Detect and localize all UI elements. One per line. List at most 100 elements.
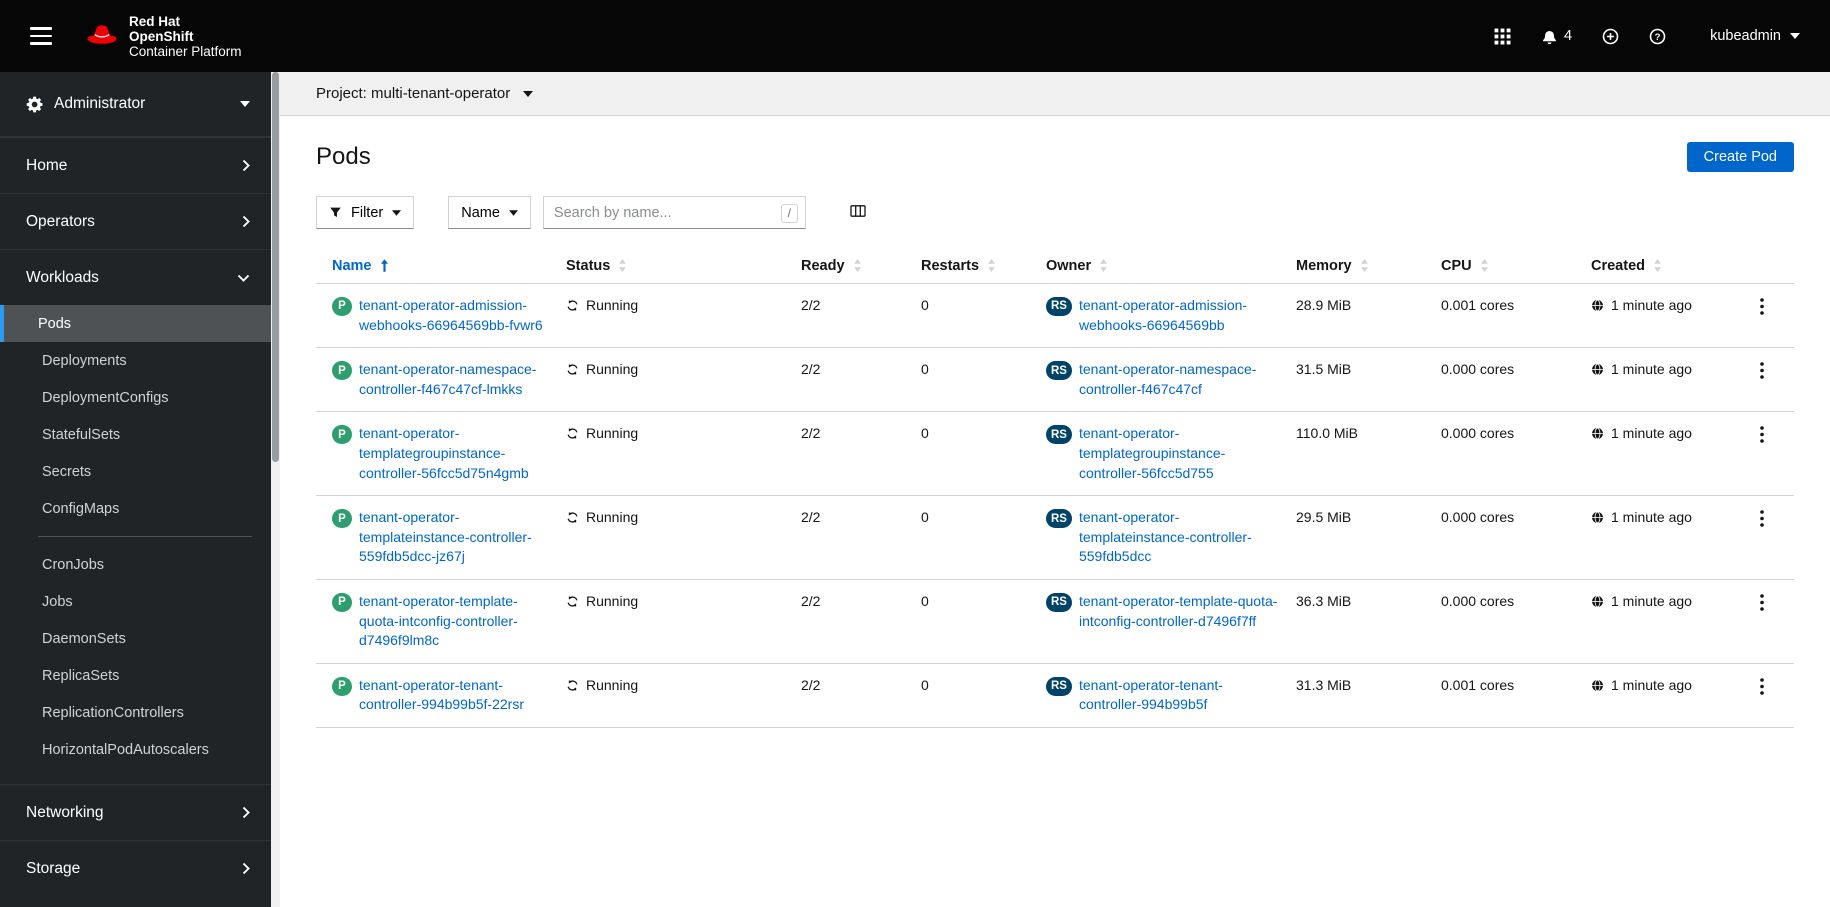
sync-icon	[567, 364, 578, 375]
owner-link[interactable]: tenant-operator-tenant-controller-994b99…	[1079, 676, 1284, 715]
sidebar-item-statefulsets[interactable]: StatefulSets	[0, 416, 280, 453]
table-row: Ptenant-operator-admission-webhooks-6696…	[316, 283, 1794, 349]
pod-link[interactable]: tenant-operator-tenant-controller-994b99…	[359, 676, 554, 715]
columns-icon	[850, 205, 866, 217]
sidebar-item-networking[interactable]: Networking	[0, 784, 280, 840]
pod-link[interactable]: tenant-operator-admission-webhooks-66964…	[359, 296, 554, 335]
pod-link[interactable]: tenant-operator-templategroupinstance-co…	[359, 424, 554, 483]
owner-link[interactable]: tenant-operator-namespace-controller-f46…	[1079, 360, 1284, 399]
sidebar-item-secrets[interactable]: Secrets	[0, 453, 280, 490]
owner-link[interactable]: tenant-operator-admission-webhooks-66964…	[1079, 296, 1284, 335]
restarts-cell: 0	[921, 347, 1046, 413]
pod-link[interactable]: tenant-operator-namespace-controller-f46…	[359, 360, 554, 399]
sidebar-item-replicationcontrollers[interactable]: ReplicationControllers	[0, 694, 280, 731]
column-header-created[interactable]: Created	[1591, 249, 1741, 284]
sidebar-item-daemonsets[interactable]: DaemonSets	[0, 620, 280, 657]
kebab-menu-button[interactable]	[1748, 360, 1776, 384]
masthead: Red Hat OpenShift Container Platform 4 ?…	[0, 0, 1830, 72]
cpu-cell: 0.000 cores	[1441, 347, 1591, 413]
column-header-status[interactable]: Status	[566, 249, 801, 284]
restarts-cell: 0	[921, 283, 1046, 349]
apps-grid-icon	[1494, 28, 1511, 44]
create-pod-button[interactable]: Create Pod	[1686, 142, 1794, 172]
page-title: Pods	[316, 143, 371, 170]
notifications-button[interactable]: 4	[1541, 28, 1572, 45]
pod-badge: P	[332, 297, 352, 316]
kebab-icon	[1759, 426, 1764, 444]
sort-icon	[619, 259, 627, 272]
import-yaml-button[interactable]	[1602, 28, 1619, 45]
search-attribute-dropdown[interactable]: Name	[448, 196, 531, 229]
replicaset-badge: RS	[1046, 592, 1072, 612]
scrollbar-thumb[interactable]	[272, 72, 279, 462]
search-input[interactable]	[543, 197, 805, 228]
status-text: Running	[586, 592, 639, 609]
column-header-name[interactable]: Name	[316, 249, 566, 284]
brand-logo[interactable]: Red Hat OpenShift Container Platform	[86, 14, 242, 59]
restarts-cell: 0	[921, 579, 1046, 664]
owner-link[interactable]: tenant-operator-template-quota-intconfig…	[1079, 592, 1284, 631]
caret-down-icon	[392, 209, 402, 216]
filter-dropdown[interactable]: Filter	[316, 196, 415, 229]
created-text: 1 minute ago	[1611, 592, 1692, 609]
manage-columns-button[interactable]	[846, 199, 870, 226]
bell-icon	[1543, 30, 1556, 44]
sidebar-item-deploymentconfigs[interactable]: DeploymentConfigs	[0, 379, 280, 416]
sidebar-item-operators[interactable]: Operators	[0, 193, 280, 249]
created-text: 1 minute ago	[1611, 297, 1692, 313]
user-menu[interactable]: kubeadmin	[1710, 28, 1800, 44]
ready-cell: 2/2	[801, 411, 921, 497]
question-circle-icon: ?	[1649, 28, 1666, 44]
memory-cell: 36.3 MiB	[1296, 579, 1441, 664]
hamburger-menu-button[interactable]	[26, 21, 56, 51]
owner-link[interactable]: tenant-operator-templateinstance-control…	[1079, 508, 1284, 567]
memory-cell: 110.0 MiB	[1296, 411, 1441, 497]
search-box: /	[542, 196, 806, 229]
project-selector[interactable]: Project: multi-tenant-operator	[280, 72, 1830, 116]
owner-link[interactable]: tenant-operator-templategroupinstance-co…	[1079, 424, 1284, 483]
ready-cell: 2/2	[801, 495, 921, 580]
pod-badge: P	[332, 509, 352, 529]
column-header-cpu[interactable]: CPU	[1441, 249, 1591, 284]
column-header-memory[interactable]: Memory	[1296, 249, 1441, 284]
column-header-owner[interactable]: Owner	[1046, 249, 1296, 284]
column-header-restarts[interactable]: Restarts	[921, 249, 1046, 284]
replicaset-badge: RS	[1046, 509, 1072, 529]
status-text: Running	[586, 509, 639, 526]
globe-icon	[1592, 595, 1603, 608]
pods-table: Name Status Ready Restarts Owner Memory …	[316, 249, 1794, 728]
globe-icon	[1592, 299, 1603, 312]
notification-count: 4	[1563, 28, 1573, 44]
kebab-menu-button[interactable]	[1748, 296, 1776, 320]
ready-cell: 2/2	[801, 283, 921, 349]
nav-label: Workloads	[26, 268, 99, 286]
globe-icon	[1592, 428, 1603, 440]
sidebar-item-replicasets[interactable]: ReplicaSets	[0, 657, 280, 694]
replicaset-badge: RS	[1046, 676, 1072, 696]
kebab-menu-button[interactable]	[1748, 508, 1776, 532]
sort-icon	[1480, 259, 1488, 272]
table-row: Ptenant-operator-template-quota-intconfi…	[316, 579, 1794, 664]
perspective-switcher[interactable]: Administrator	[0, 72, 280, 137]
sidebar-item-jobs[interactable]: Jobs	[0, 583, 280, 620]
sidebar-item-workloads[interactable]: Workloads	[0, 249, 280, 305]
app-launcher-button[interactable]	[1494, 28, 1511, 45]
sidebar-item-cronjobs[interactable]: CronJobs	[0, 546, 280, 583]
sidebar-item-deployments[interactable]: Deployments	[0, 342, 280, 379]
pod-link[interactable]: tenant-operator-templateinstance-control…	[359, 508, 554, 567]
kebab-menu-button[interactable]	[1748, 676, 1776, 700]
pod-link[interactable]: tenant-operator-template-quota-intconfig…	[359, 592, 554, 651]
sync-icon	[567, 596, 578, 607]
sidebar-item-storage[interactable]: Storage	[0, 840, 280, 896]
sidebar-item-home[interactable]: Home	[0, 137, 280, 193]
status-text: Running	[586, 361, 639, 378]
sidebar-item-horizontalpodautoscalers[interactable]: HorizontalPodAutoscalers	[0, 731, 280, 768]
help-button[interactable]: ?	[1649, 28, 1666, 45]
kebab-menu-button[interactable]	[1748, 592, 1776, 616]
kebab-menu-button[interactable]	[1748, 424, 1776, 448]
sidebar-item-pods[interactable]: Pods	[0, 305, 280, 342]
table-row: Ptenant-operator-namespace-controller-f4…	[316, 347, 1794, 413]
sidebar-item-configmaps[interactable]: ConfigMaps	[0, 490, 280, 527]
column-header-ready[interactable]: Ready	[801, 249, 921, 284]
restarts-cell: 0	[921, 411, 1046, 497]
